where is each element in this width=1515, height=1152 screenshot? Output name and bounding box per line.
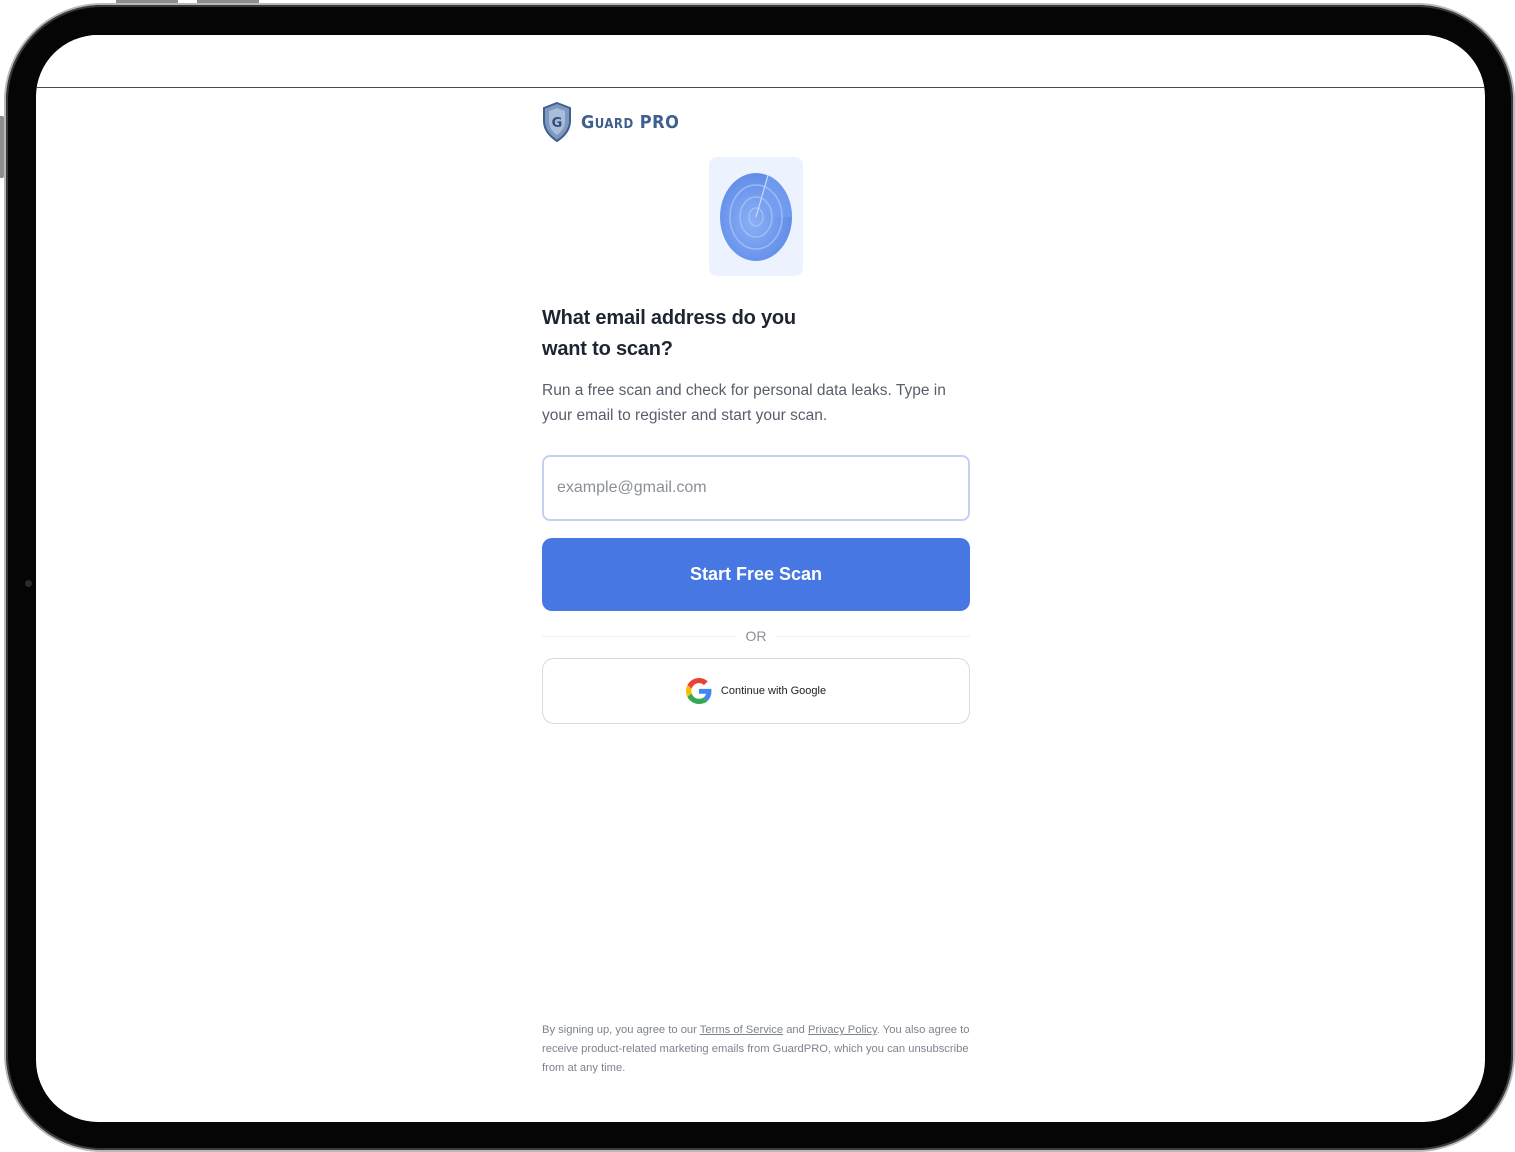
email-input[interactable] [542,455,970,521]
terms-of-service-link[interactable]: Terms of Service [700,1024,783,1036]
shield-icon: G [542,102,572,142]
legal-notice: By signing up, you agree to our Terms of… [542,1021,970,1078]
or-label: OR [745,628,767,644]
shield-monogram: G [552,116,563,131]
page-title: What email address do you want to scan? [542,307,796,360]
or-divider: OR [542,625,970,647]
google-button-label: Continue with Google [720,685,827,697]
google-icon [685,678,712,704]
legal-prefix: By signing up, you agree to our [542,1024,700,1036]
brand-name: Guard PRO [581,111,680,133]
top-hardware-button [0,116,4,178]
continue-with-google-button[interactable]: Continue with Google [542,658,970,724]
legal-and: and [783,1024,808,1036]
page-subtitle: Run a free scan and check for personal d… [542,382,946,424]
divider-line [542,635,736,637]
signup-panel: G Guard PRO What email address do you wa… [542,35,970,1122]
divider-line [776,635,970,637]
volume-down-hardware-button [197,0,259,4]
privacy-policy-link[interactable]: Privacy Policy [808,1024,877,1036]
front-camera [25,580,32,587]
start-free-scan-button[interactable]: Start Free Scan [542,538,970,611]
volume-up-hardware-button [116,0,178,4]
radar-tile [709,157,803,276]
screen: G Guard PRO What email address do you wa… [36,35,1485,1122]
brand-logo[interactable]: G Guard PRO [542,102,679,142]
